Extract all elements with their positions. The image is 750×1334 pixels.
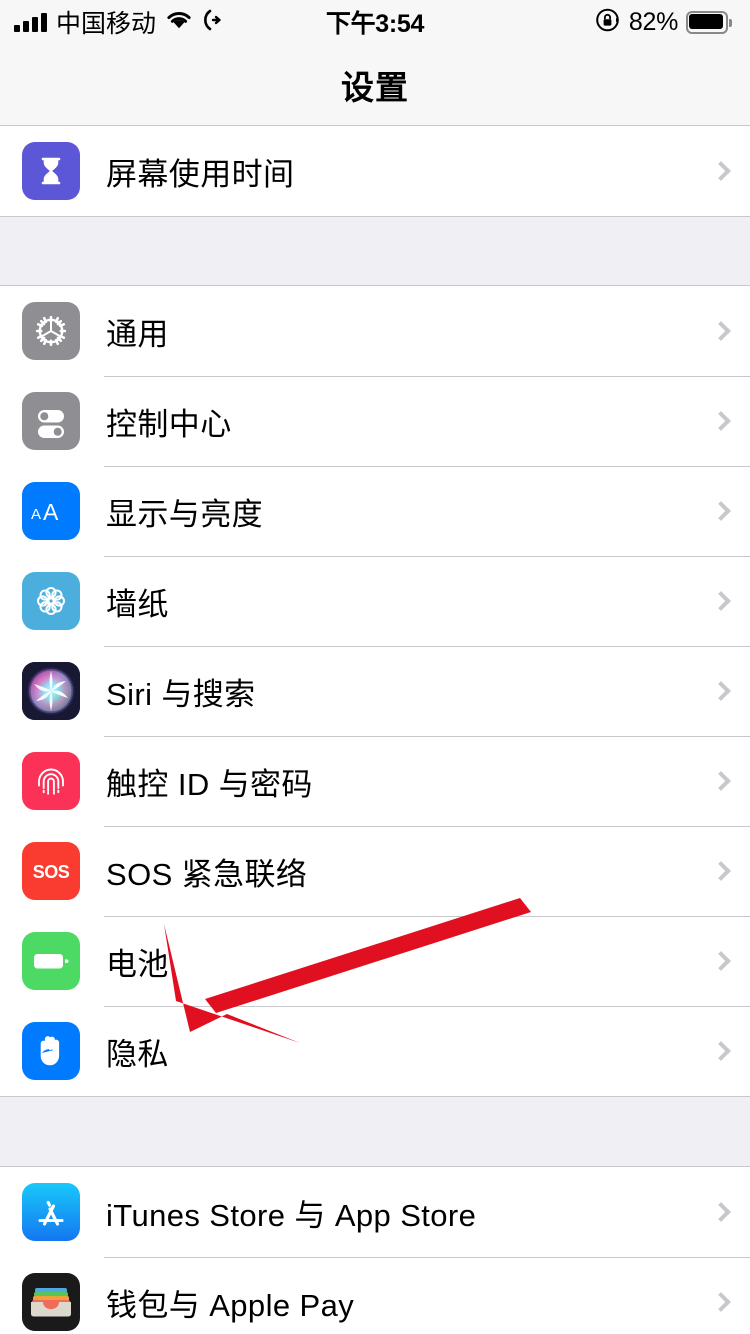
chevron-right-icon: [711, 1202, 731, 1222]
sos-icon: SOS: [22, 842, 80, 900]
chevron-right-icon: [711, 501, 731, 521]
settings-row-label: 显示与亮度: [106, 496, 263, 532]
battery-percent: 82%: [628, 7, 678, 36]
settings-row-privacy[interactable]: 隐私: [0, 1006, 750, 1096]
settings-row-display-brightness[interactable]: A A 显示与亮度: [0, 466, 750, 556]
settings-row-battery[interactable]: 电池: [0, 916, 750, 1006]
settings-row-screen-time[interactable]: 屏幕使用时间: [0, 126, 750, 216]
gear-icon: [22, 302, 80, 360]
settings-row-label: SOS 紧急联络: [106, 856, 308, 892]
chevron-right-icon: [711, 681, 731, 701]
settings-row-itunes-app-store[interactable]: iTunes Store 与 App Store: [0, 1167, 750, 1257]
status-bar-right: 82%: [595, 7, 732, 38]
rotation-lock-icon: [595, 7, 621, 38]
svg-text:SOS: SOS: [33, 862, 70, 882]
settings-row-label: 通用: [106, 316, 169, 352]
hand-icon: [22, 1022, 80, 1080]
wallet-icon: [22, 1273, 80, 1331]
settings-row-wallpaper[interactable]: 墙纸: [0, 556, 750, 646]
settings-row-label: 隐私: [106, 1036, 169, 1072]
chevron-right-icon: [711, 861, 731, 881]
section-separator-2: [0, 1096, 750, 1167]
hourglass-icon: [22, 142, 80, 200]
battery-icon: [686, 10, 732, 34]
status-bar-left: 中国移动: [14, 4, 222, 40]
cellular-signal-icon: [14, 12, 47, 32]
siri-icon: [22, 662, 80, 720]
chevron-right-icon: [711, 591, 731, 611]
chevron-right-icon: [711, 951, 731, 971]
fingerprint-icon: [22, 752, 80, 810]
chevron-right-icon: [711, 161, 731, 181]
app-store-icon: [22, 1183, 80, 1241]
settings-row-label: 屏幕使用时间: [106, 156, 295, 192]
settings-row-label: 触控 ID 与密码: [106, 766, 313, 802]
carrier-name: 中国移动: [56, 10, 157, 38]
clock: 下午3:54: [325, 10, 425, 38]
settings-row-label: iTunes Store 与 App Store: [106, 1197, 477, 1233]
settings-row-label: 电池: [106, 946, 169, 982]
flower-icon: [22, 572, 80, 630]
settings-group-stores: iTunes Store 与 App Store 钱包与 Apple Pay: [0, 1167, 750, 1334]
toggles-icon: [22, 392, 80, 450]
settings-row-wallet-apple-pay[interactable]: 钱包与 Apple Pay: [0, 1257, 750, 1334]
navigation-bar: 设置: [0, 44, 750, 126]
wifi-icon: [165, 9, 193, 35]
chevron-right-icon: [711, 1041, 731, 1061]
status-bar: 中国移动 下午3:54 82%: [0, 0, 750, 44]
settings-row-label: 钱包与 Apple Pay: [106, 1287, 355, 1323]
settings-row-label: Siri 与搜索: [106, 676, 256, 712]
section-separator-1: [0, 216, 750, 286]
text-size-icon: A A: [22, 482, 80, 540]
settings-group-screen-time: 屏幕使用时间: [0, 126, 750, 216]
settings-row-siri-search[interactable]: Siri 与搜索: [0, 646, 750, 736]
svg-text:A: A: [43, 499, 59, 525]
chevron-right-icon: [711, 411, 731, 431]
chevron-right-icon: [711, 321, 731, 341]
location-arrow-icon: [202, 9, 222, 36]
chevron-right-icon: [711, 771, 731, 791]
page-title: 设置: [341, 68, 409, 106]
settings-row-label: 控制中心: [106, 406, 232, 442]
settings-row-touch-id-passcode[interactable]: 触控 ID 与密码: [0, 736, 750, 826]
settings-row-label: 墙纸: [106, 586, 169, 622]
settings-row-general[interactable]: 通用: [0, 286, 750, 376]
settings-row-control-center[interactable]: 控制中心: [0, 376, 750, 466]
iphone-screen: 中国移动 下午3:54 82% 设置 屏幕使用时间 通用 控制中心 A A 显示…: [0, 0, 750, 1334]
settings-row-sos[interactable]: SOS SOS 紧急联络: [0, 826, 750, 916]
svg-text:A: A: [31, 506, 41, 523]
settings-group-system: 通用 控制中心 A A 显示与亮度 墙纸 Siri 与搜索 触控 ID 与密码 …: [0, 286, 750, 1096]
battery-icon: [22, 932, 80, 990]
chevron-right-icon: [711, 1292, 731, 1312]
